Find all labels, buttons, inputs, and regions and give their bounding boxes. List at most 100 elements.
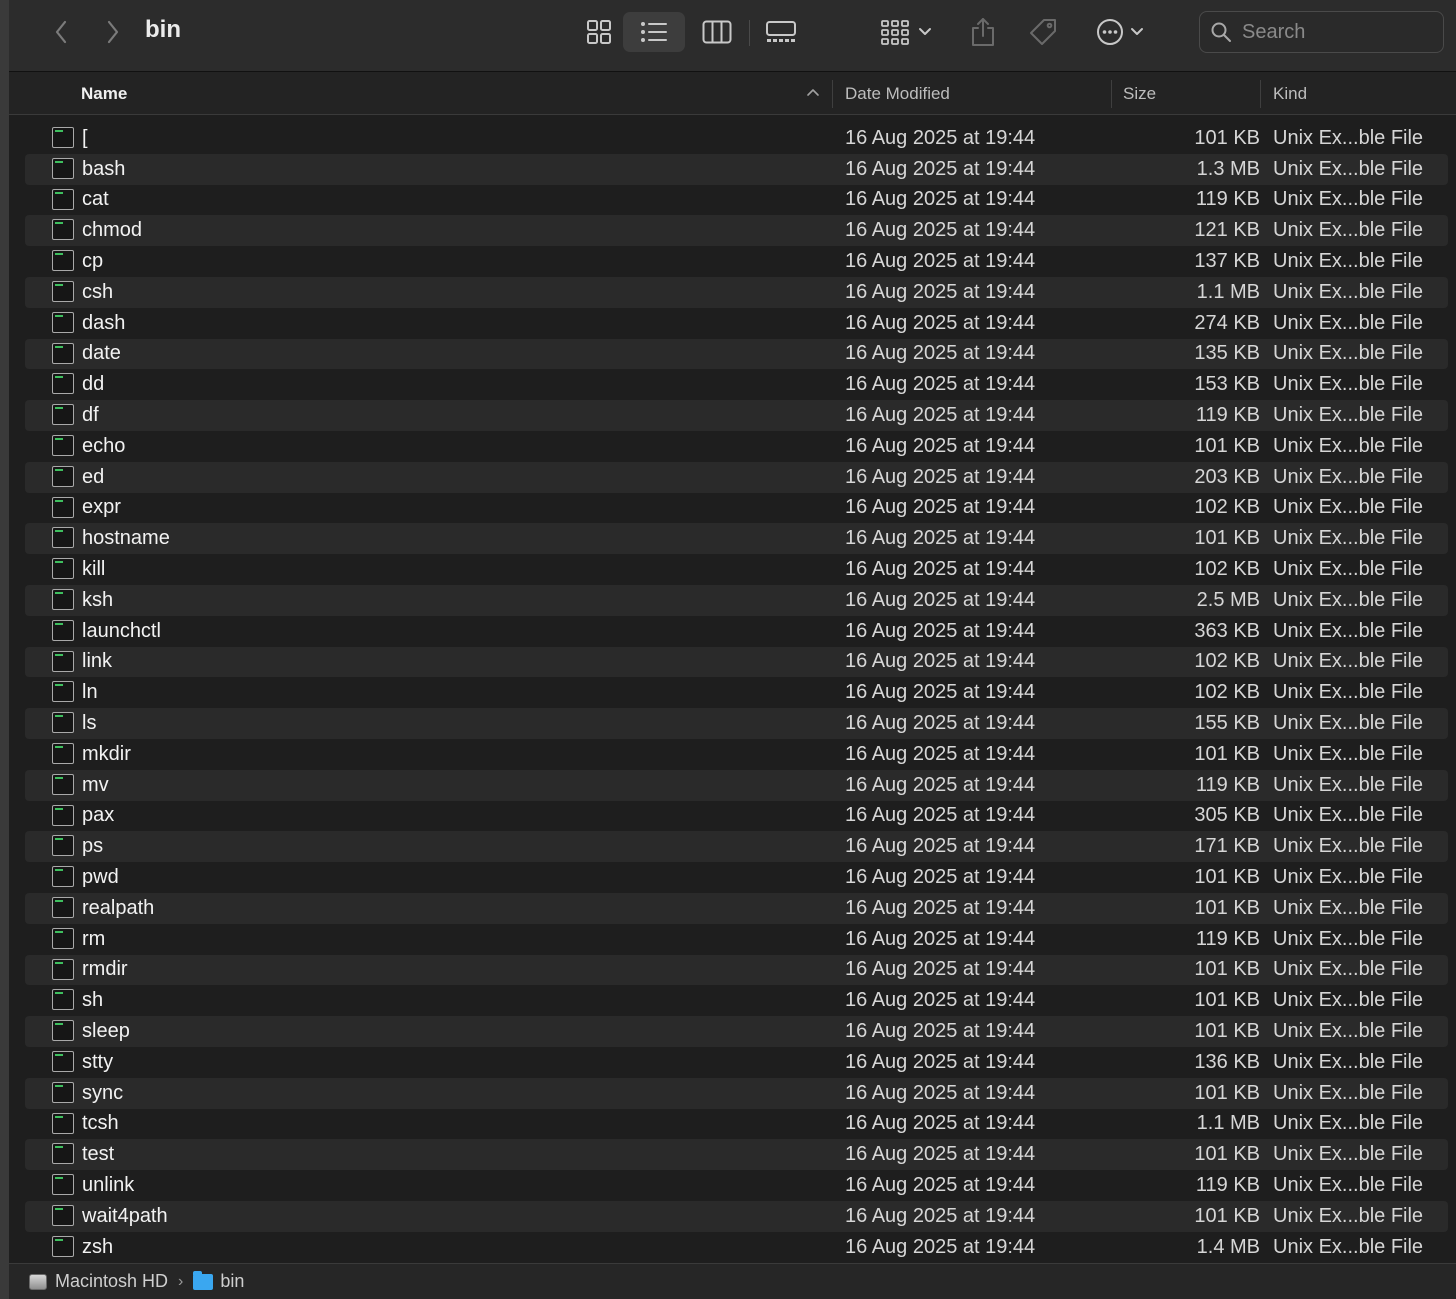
group-button[interactable] <box>871 12 941 52</box>
share-button[interactable] <box>959 12 1007 52</box>
file-name: zsh <box>82 1235 114 1258</box>
file-row[interactable]: dash 16 Aug 2025 at 19:44 274 KB Unix Ex...… <box>25 308 1448 339</box>
terminal-file-icon <box>52 127 74 148</box>
file-size: 102 KB <box>1194 558 1260 581</box>
file-row[interactable]: rmdir 16 Aug 2025 at 19:44 101 KB Unix Ex..… <box>25 954 1448 986</box>
file-name: tcsh <box>82 1112 119 1135</box>
column-name[interactable]: Name <box>81 72 127 115</box>
toolbar: bin <box>9 0 1456 72</box>
file-date-modified: 16 Aug 2025 at 19:44 <box>845 835 1036 858</box>
file-row[interactable]: test 16 Aug 2025 at 19:44 101 KB Unix Ex...… <box>25 1139 1448 1171</box>
column-size[interactable]: Size <box>1123 72 1156 115</box>
file-row[interactable]: realpath 16 Aug 2025 at 19:44 101 KB Unix E… <box>25 892 1448 924</box>
file-row[interactable]: link 16 Aug 2025 at 19:44 102 KB Unix Ex...… <box>25 646 1448 678</box>
file-row[interactable]: sleep 16 Aug 2025 at 19:44 101 KB Unix Ex..… <box>25 1016 1448 1047</box>
column-kind[interactable]: Kind <box>1273 72 1307 115</box>
file-row[interactable]: wait4path 16 Aug 2025 at 19:44 101 KB Unix … <box>25 1200 1448 1232</box>
file-row[interactable]: ksh 16 Aug 2025 at 19:44 2.5 MB Unix Ex...b… <box>25 584 1448 616</box>
file-row[interactable]: ln 16 Aug 2025 at 19:44 102 KB Unix Ex...bl… <box>25 677 1448 708</box>
path-item-folder[interactable]: bin <box>193 1270 244 1292</box>
file-row[interactable]: sh 16 Aug 2025 at 19:44 101 KB Unix Ex...bl… <box>25 985 1448 1016</box>
file-row[interactable]: hostname 16 Aug 2025 at 19:44 101 KB Unix E… <box>25 523 1448 555</box>
file-date-modified: 16 Aug 2025 at 19:44 <box>845 157 1036 180</box>
file-kind: Unix Ex...ble File <box>1273 1050 1424 1073</box>
file-date-modified: 16 Aug 2025 at 19:44 <box>845 650 1036 673</box>
column-date-modified[interactable]: Date Modified <box>845 72 950 115</box>
file-kind: Unix Ex...ble File <box>1273 588 1424 611</box>
file-row[interactable]: mv 16 Aug 2025 at 19:44 119 KB Unix Ex...bl… <box>25 769 1448 801</box>
file-kind: Unix Ex...ble File <box>1273 527 1424 550</box>
file-row[interactable]: dd 16 Aug 2025 at 19:44 153 KB Unix Ex...bl… <box>25 369 1448 400</box>
file-row[interactable]: mkdir 16 Aug 2025 at 19:44 101 KB Unix Ex..… <box>25 739 1448 770</box>
file-row[interactable]: bash 16 Aug 2025 at 19:44 1.3 MB Unix Ex...… <box>25 153 1448 185</box>
file-row[interactable]: csh 16 Aug 2025 at 19:44 1.1 MB Unix Ex...b… <box>25 276 1448 308</box>
column-divider[interactable] <box>1260 80 1261 108</box>
column-divider[interactable] <box>1111 80 1112 108</box>
file-kind: Unix Ex...ble File <box>1273 835 1424 858</box>
file-date-modified: 16 Aug 2025 at 19:44 <box>845 219 1036 242</box>
search-input[interactable] <box>1242 20 1432 44</box>
file-row[interactable]: chmod 16 Aug 2025 at 19:44 121 KB Unix Ex..… <box>25 215 1448 247</box>
file-row[interactable]: expr 16 Aug 2025 at 19:44 102 KB Unix Ex...… <box>25 493 1448 524</box>
file-kind: Unix Ex...ble File <box>1273 619 1424 642</box>
file-date-modified: 16 Aug 2025 at 19:44 <box>845 496 1036 519</box>
file-row[interactable]: launchctl 16 Aug 2025 at 19:44 363 KB Unix … <box>25 616 1448 647</box>
file-name: expr <box>82 496 121 519</box>
file-row[interactable]: cp 16 Aug 2025 at 19:44 137 KB Unix Ex...bl… <box>25 246 1448 277</box>
file-kind: Unix Ex...ble File <box>1273 188 1424 211</box>
gallery-view-button[interactable] <box>757 12 805 52</box>
file-row[interactable]: tcsh 16 Aug 2025 at 19:44 1.1 MB Unix Ex...… <box>25 1109 1448 1140</box>
file-size: 101 KB <box>1194 958 1260 981</box>
file-row[interactable]: sync 16 Aug 2025 at 19:44 101 KB Unix Ex...… <box>25 1077 1448 1109</box>
file-kind: Unix Ex...ble File <box>1273 373 1424 396</box>
terminal-file-icon <box>52 1020 74 1042</box>
forward-button[interactable] <box>95 14 131 50</box>
gallery-icon <box>766 21 796 42</box>
file-size: 1.1 MB <box>1196 280 1260 303</box>
folder-icon <box>193 1270 214 1290</box>
more-actions-button[interactable] <box>1089 12 1151 52</box>
file-size: 101 KB <box>1194 866 1260 889</box>
back-button[interactable] <box>43 14 79 50</box>
file-row[interactable]: pwd 16 Aug 2025 at 19:44 101 KB Unix Ex...b… <box>25 862 1448 893</box>
file-row[interactable]: echo 16 Aug 2025 at 19:44 101 KB Unix Ex...… <box>25 431 1448 462</box>
column-divider[interactable] <box>832 80 833 108</box>
file-row[interactable]: cat 16 Aug 2025 at 19:44 119 KB Unix Ex...b… <box>25 185 1448 216</box>
search-field[interactable] <box>1199 11 1444 53</box>
file-size: 119 KB <box>1195 404 1260 427</box>
file-size: 119 KB <box>1195 1173 1260 1196</box>
file-row[interactable]: [16 Aug 2025 at 19:44 101 KB Unix Ex...ble… <box>25 123 1448 154</box>
file-date-modified: 16 Aug 2025 at 19:44 <box>845 1081 1036 1104</box>
share-icon <box>972 18 994 46</box>
file-row[interactable]: df 16 Aug 2025 at 19:44 119 KB Unix Ex...bl… <box>25 400 1448 431</box>
file-row[interactable]: ps 16 Aug 2025 at 19:44 171 KB Unix Ex...bl… <box>25 831 1448 863</box>
ellipsis-circle-icon <box>1097 19 1123 45</box>
file-row[interactable]: pax 16 Aug 2025 at 19:44 305 KB Unix Ex...b… <box>25 801 1448 832</box>
file-row[interactable]: ed 16 Aug 2025 at 19:44 203 KB Unix Ex...bl… <box>25 461 1448 493</box>
terminal-file-icon <box>52 804 74 826</box>
file-row[interactable]: unlink 16 Aug 2025 at 19:44 119 KB Unix Ex.… <box>25 1170 1448 1201</box>
file-row[interactable]: stty 16 Aug 2025 at 19:44 136 KB Unix Ex...… <box>25 1047 1448 1078</box>
file-name: pax <box>82 804 115 827</box>
file-name: dash <box>82 311 126 334</box>
file-row[interactable]: rm 16 Aug 2025 at 19:44 119 KB Unix Ex...bl… <box>25 924 1448 955</box>
file-kind: Unix Ex...ble File <box>1273 1020 1424 1042</box>
terminal-file-icon <box>52 188 74 210</box>
file-row[interactable]: zsh 16 Aug 2025 at 19:44 1.4 MB Unix Ex...b… <box>25 1232 1448 1263</box>
terminal-file-icon <box>52 373 74 395</box>
file-date-modified: 16 Aug 2025 at 19:44 <box>845 681 1036 704</box>
file-row[interactable]: date 16 Aug 2025 at 19:44 135 KB Unix Ex...… <box>25 338 1448 370</box>
file-name: rmdir <box>82 958 128 981</box>
tag-button[interactable] <box>1019 12 1067 52</box>
path-item-volume[interactable]: Macintosh HD <box>9 1271 168 1292</box>
file-list: [16 Aug 2025 at 19:44 101 KB Unix Ex...ble… <box>25 123 1448 1262</box>
file-row[interactable]: kill 16 Aug 2025 at 19:44 102 KB Unix Ex...… <box>25 554 1448 585</box>
column-view-button[interactable] <box>693 12 741 52</box>
file-row[interactable]: ls 16 Aug 2025 at 19:44 155 KB Unix Ex...bl… <box>25 708 1448 739</box>
terminal-file-icon <box>52 681 74 703</box>
file-date-modified: 16 Aug 2025 at 19:44 <box>845 1050 1036 1073</box>
sort-ascending-icon[interactable] <box>806 86 820 98</box>
icon-view-button[interactable] <box>575 12 623 52</box>
list-view-button[interactable] <box>623 12 685 52</box>
file-kind: Unix Ex...ble File <box>1273 342 1424 365</box>
